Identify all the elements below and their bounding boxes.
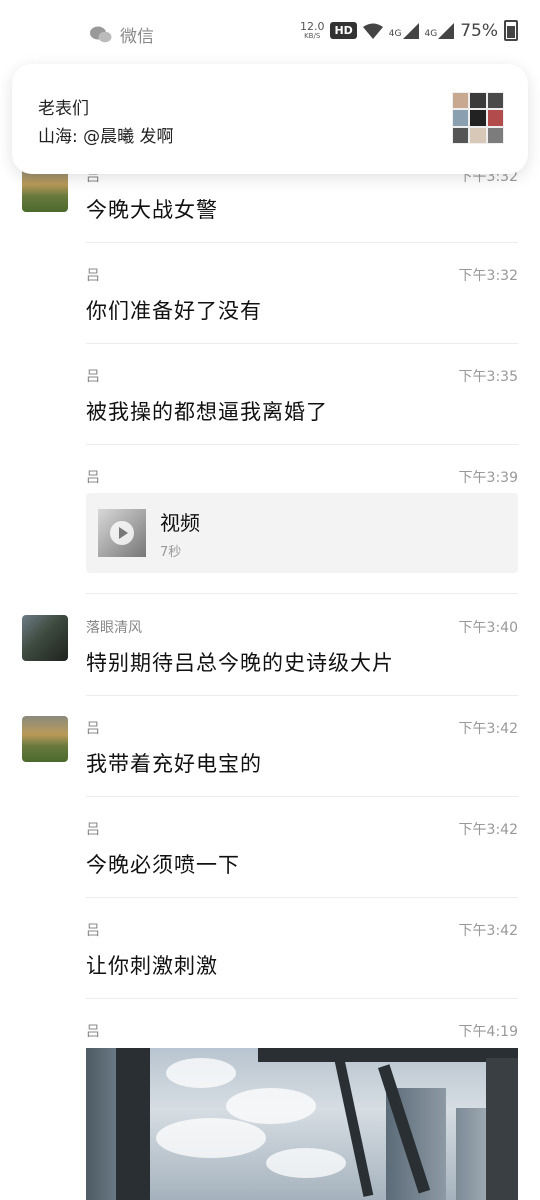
net-speed: 12.0 KB/S: [299, 19, 325, 40]
message-sender: 吕: [86, 822, 100, 838]
message-text[interactable]: 你们准备好了没有: [86, 295, 262, 325]
divider: [86, 897, 518, 898]
divider: [86, 796, 518, 797]
message-time: 下午4:19: [458, 1024, 518, 1040]
message-time: 下午3:42: [458, 822, 518, 838]
wifi-icon: [362, 23, 383, 39]
message-sender: 吕: [86, 721, 100, 737]
group-avatar: [452, 92, 504, 144]
message-text[interactable]: 让你刺激刺激: [86, 950, 218, 980]
message-time: 下午3:40: [458, 620, 518, 636]
divider: [86, 998, 518, 999]
signal-icon-1: 4G: [389, 22, 419, 39]
notification-title: 老表们: [38, 99, 89, 119]
status-bar: 微信 12.0 KB/S HD 4G 4G 75%: [0, 0, 540, 70]
message-time: 下午3:39: [458, 470, 518, 486]
message-sender: 吕: [86, 268, 100, 284]
video-message[interactable]: 视频 7秒: [86, 493, 518, 573]
video-thumbnail: [98, 509, 146, 557]
message-sender: 吕: [86, 923, 100, 939]
battery-icon: [504, 20, 518, 41]
video-title: 视频: [160, 511, 200, 535]
message-text[interactable]: 我带着充好电宝的: [86, 748, 262, 778]
status-indicators: 12.0 KB/S HD 4G 4G 75%: [300, 20, 518, 41]
play-icon: [110, 521, 134, 545]
message-time: 下午3:32: [458, 268, 518, 284]
avatar[interactable]: [22, 716, 68, 762]
notification-card[interactable]: 老表们 山海: @晨曦 发啊: [12, 64, 528, 174]
signal-icon-2: 4G: [425, 22, 455, 39]
wechat-icon: [90, 26, 112, 42]
image-message[interactable]: [86, 1048, 518, 1200]
message-sender: 落眼清风: [86, 620, 142, 636]
message-text[interactable]: 今晚必须喷一下: [86, 849, 240, 879]
divider: [86, 695, 518, 696]
message-sender: 吕: [86, 369, 100, 385]
divider: [86, 242, 518, 243]
status-app: 微信: [90, 22, 154, 47]
notification-body: 山海: @晨曦 发啊: [38, 127, 174, 147]
message-time: 下午3:35: [458, 369, 518, 385]
avatar[interactable]: [22, 615, 68, 661]
message-sender: 吕: [86, 1024, 100, 1040]
divider: [86, 593, 518, 594]
message-text[interactable]: 特别期待吕总今晚的史诗级大片: [86, 647, 394, 677]
status-app-name: 微信: [120, 27, 154, 47]
message-time: 下午3:42: [458, 923, 518, 939]
hd-badge: HD: [330, 22, 357, 39]
divider: [86, 444, 518, 445]
video-duration: 7秒: [160, 545, 182, 560]
divider: [86, 343, 518, 344]
message-text[interactable]: 被我操的都想逼我离婚了: [86, 396, 328, 426]
message-time: 下午3:42: [458, 721, 518, 737]
message-text[interactable]: 今晚大战女警: [86, 194, 218, 224]
message-sender: 吕: [86, 470, 100, 486]
battery-level: 75%: [460, 20, 498, 41]
